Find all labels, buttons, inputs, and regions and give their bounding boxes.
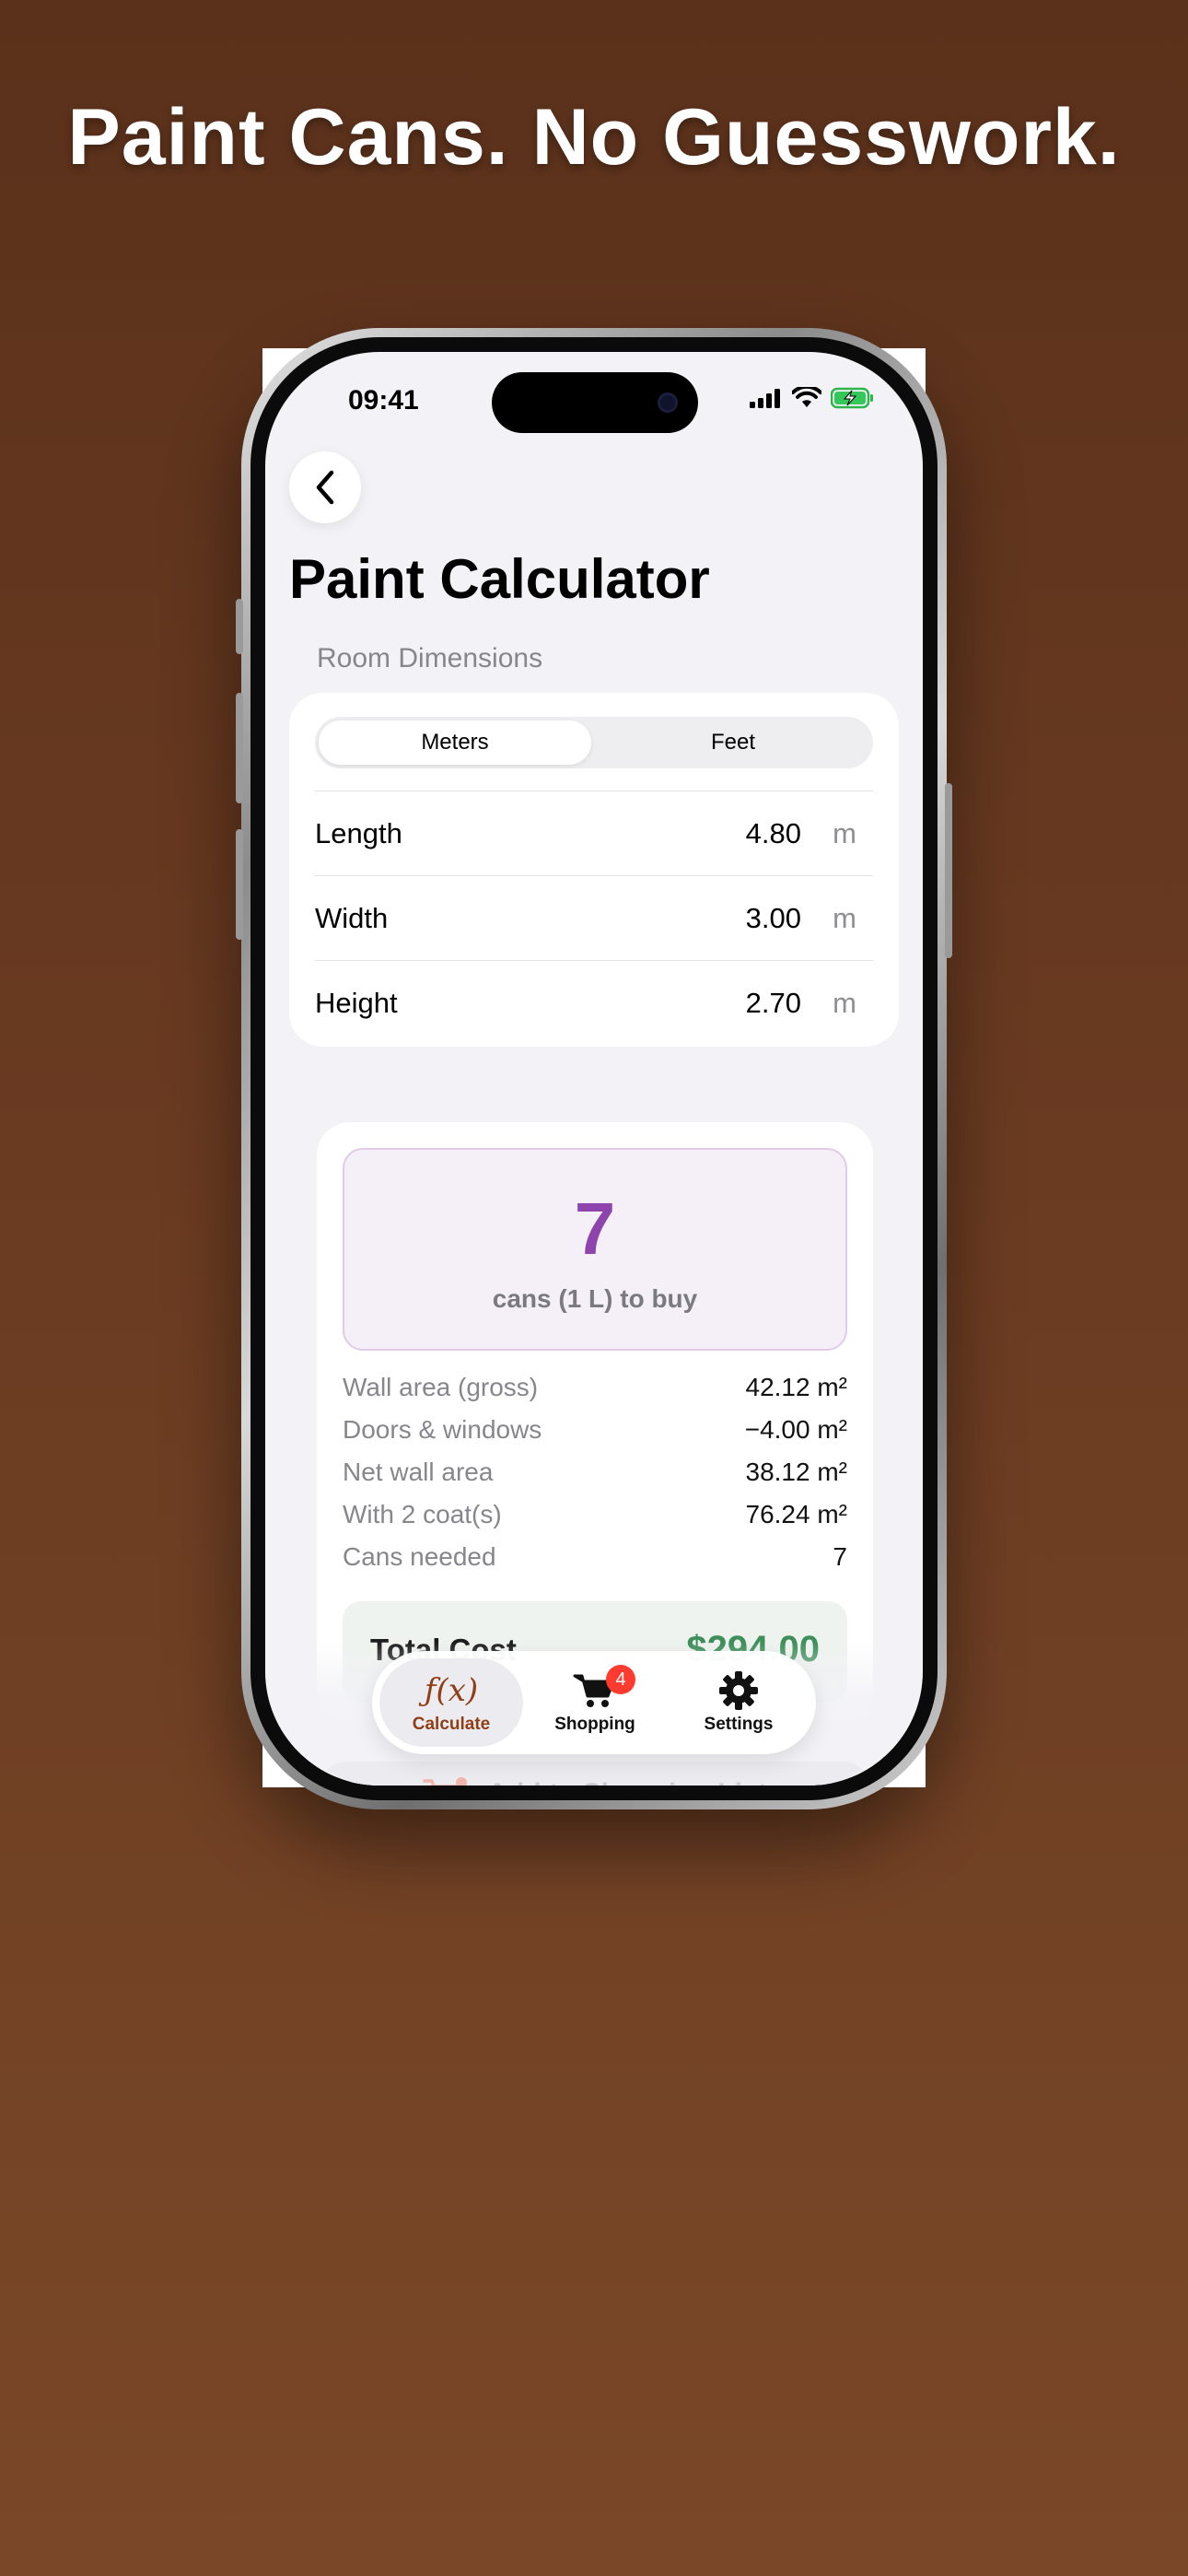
stat-row: Doors & windows −4.00 m² bbox=[343, 1415, 847, 1458]
height-input[interactable]: 2.70 bbox=[746, 987, 801, 1020]
back-button[interactable] bbox=[289, 451, 361, 523]
dimension-unit: m bbox=[833, 987, 856, 1019]
headline: Paint Cans. No Guesswork. bbox=[67, 93, 1121, 181]
length-input[interactable]: 4.80 bbox=[746, 817, 801, 850]
cart-plus-icon bbox=[423, 1777, 468, 1786]
status-icons bbox=[750, 387, 875, 409]
cans-count: 7 bbox=[574, 1188, 616, 1270]
stat-label: Cans needed bbox=[343, 1542, 496, 1571]
result-card: 7 cans (1 L) to buy Wall area (gross) 42… bbox=[317, 1122, 873, 1721]
dimension-label: Height bbox=[315, 987, 398, 1019]
camera-icon bbox=[658, 392, 678, 413]
dynamic-island bbox=[492, 372, 698, 433]
volume-up-button bbox=[236, 693, 243, 803]
add-to-shopping-list-button[interactable]: Add to Shopping List bbox=[317, 1762, 873, 1786]
unit-segmented-control: Meters Feet bbox=[315, 717, 873, 768]
power-button bbox=[945, 783, 952, 958]
function-icon: ƒ(x) bbox=[424, 1672, 479, 1709]
action-button bbox=[236, 599, 243, 654]
gear-icon bbox=[718, 1670, 759, 1711]
stat-value: 38.12 m² bbox=[745, 1458, 848, 1486]
status-time: 09:41 bbox=[348, 385, 419, 416]
dimension-unit: m bbox=[833, 902, 856, 934]
shopping-badge: 4 bbox=[606, 1665, 635, 1694]
width-input[interactable]: 3.00 bbox=[746, 902, 801, 935]
room-dimensions-card: Meters Feet Length 4.80 m Width 3.00 m H… bbox=[289, 693, 899, 1047]
stat-row: With 2 coat(s) 76.24 m² bbox=[343, 1500, 847, 1542]
dimension-unit: m bbox=[833, 817, 856, 849]
stat-value: −4.00 m² bbox=[744, 1415, 847, 1444]
stat-label: Doors & windows bbox=[343, 1415, 542, 1444]
phone-screen: 09:41 Paint Calculator Room Dimensions M… bbox=[265, 352, 923, 1786]
dimension-row-height[interactable]: Height 2.70 m bbox=[315, 960, 873, 1045]
wifi-icon bbox=[792, 387, 821, 407]
tab-label: Shopping bbox=[554, 1715, 635, 1734]
stat-value: 76.24 m² bbox=[745, 1500, 848, 1528]
chevron-left-icon bbox=[316, 470, 334, 505]
cans-summary: 7 cans (1 L) to buy bbox=[343, 1148, 847, 1351]
segment-meters[interactable]: Meters bbox=[319, 720, 591, 765]
cart-icon: 4 bbox=[573, 1665, 635, 1711]
stat-label: Wall area (gross) bbox=[343, 1373, 539, 1401]
cellular-signal-icon bbox=[750, 389, 780, 408]
stat-value: 7 bbox=[833, 1542, 847, 1571]
dimension-label: Width bbox=[315, 902, 389, 934]
dimension-row-length[interactable]: Length 4.80 m bbox=[315, 790, 873, 875]
page-title: Paint Calculator bbox=[289, 548, 710, 610]
stat-row: Cans needed 7 bbox=[343, 1542, 847, 1585]
section-label-room-dimensions: Room Dimensions bbox=[317, 643, 543, 673]
stat-row: Wall area (gross) 42.12 m² bbox=[343, 1373, 847, 1415]
segment-feet[interactable]: Feet bbox=[597, 720, 869, 765]
tab-label: Calculate bbox=[412, 1715, 491, 1734]
dimension-label: Length bbox=[315, 817, 402, 849]
battery-charging-icon bbox=[831, 387, 873, 409]
tab-bar: ƒ(x) Calculate 4 Shopping Settings bbox=[372, 1651, 816, 1754]
volume-down-button bbox=[236, 829, 243, 940]
tab-settings[interactable]: Settings bbox=[667, 1658, 810, 1747]
stat-label: With 2 coat(s) bbox=[343, 1500, 502, 1528]
dimension-row-width[interactable]: Width 3.00 m bbox=[315, 875, 873, 960]
tab-shopping[interactable]: 4 Shopping bbox=[523, 1658, 667, 1747]
tab-calculate[interactable]: ƒ(x) Calculate bbox=[379, 1658, 523, 1747]
stat-value: 42.12 m² bbox=[745, 1373, 848, 1401]
stat-row: Net wall area 38.12 m² bbox=[343, 1458, 847, 1500]
tab-label: Settings bbox=[704, 1715, 774, 1734]
stat-label: Net wall area bbox=[343, 1458, 494, 1486]
cans-caption: cans (1 L) to buy bbox=[492, 1284, 698, 1313]
add-to-shopping-list-label: Add to Shopping List bbox=[487, 1778, 766, 1786]
